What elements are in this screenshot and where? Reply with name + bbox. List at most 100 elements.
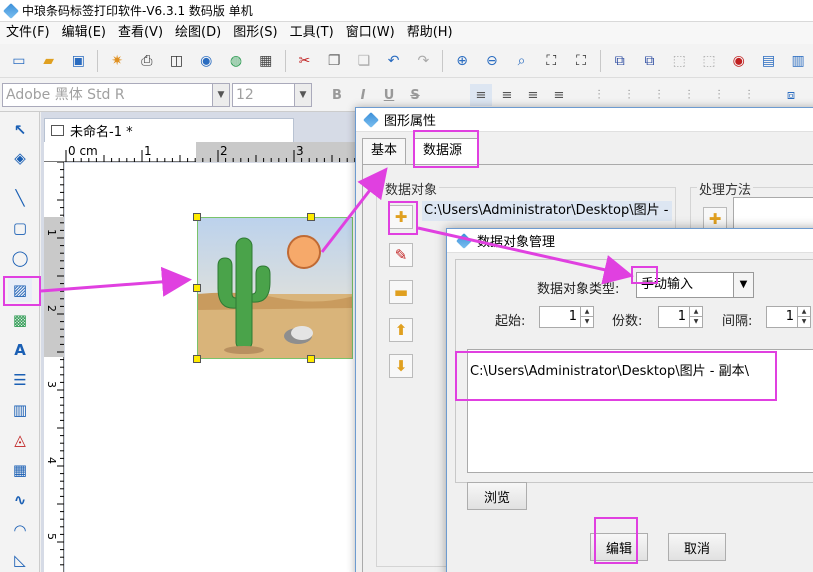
align-center-icon[interactable]: ≡ [496,84,518,106]
browse-button[interactable]: 浏览 [467,482,527,510]
ungroup-icon[interactable]: ⧉ [639,50,661,72]
line-tool-icon[interactable]: ╲ [8,186,32,210]
main-toolbar: ▭ ▰ ▣ ✷ ⎙ ◫ ◉ ◍ ▦ ✂ ❐ ❏ ↶ ↷ ⊕ ⊖ ⌕ ⛶ ⛶ ⧉ … [0,44,813,78]
group-icon[interactable]: ⧉ [609,50,631,72]
shape-tool-icon[interactable]: ◬ [8,428,32,452]
resize-handle[interactable] [193,213,201,221]
layout-icon[interactable]: ▥ [787,50,809,72]
resize-handle[interactable] [307,213,315,221]
menu-draw[interactable]: 绘图(D) [169,22,227,44]
menu-shape[interactable]: 图形(S) [227,22,283,44]
new-icon[interactable]: ▭ [8,50,30,72]
fit-page-icon[interactable]: ⛶ [540,50,562,72]
zoom-icon[interactable]: ⌕ [511,50,533,72]
ruler-top-label: 0 cm [68,144,98,158]
align-right-icon[interactable]: ≡ [522,84,544,106]
chevron-down-icon[interactable]: ▼ [797,317,810,327]
document-tab[interactable]: 未命名-1 * [44,118,294,142]
select-pointer-icon[interactable]: ↖ [8,118,32,142]
database-settings-icon[interactable]: ◍ [225,50,247,72]
menu-view[interactable]: 查看(V) [112,22,169,44]
print-icon[interactable]: ⎙ [136,50,158,72]
layout-icon[interactable]: ⧈ [780,84,802,106]
move-up-icon[interactable]: ⬆ [389,318,413,342]
redo-icon[interactable]: ↷ [413,50,435,72]
underline-icon[interactable]: U [378,84,400,106]
distribute-icon[interactable]: ⫶ [708,84,730,106]
edit-icon[interactable]: ✎ [389,243,413,267]
arc-tool-icon[interactable]: ◠ [8,518,32,542]
chevron-down-icon[interactable]: ▼ [294,84,311,106]
ruler-top: 0 cm 1 2 3 [44,142,394,162]
export-icon[interactable]: ▤ [758,50,780,72]
print-preview-icon[interactable]: ◫ [166,50,188,72]
font-name-value: Adobe 黑体 Std R [6,87,125,103]
data-object-item[interactable]: C:\Users\Administrator\Desktop\图片 - [422,201,672,221]
polygon-tool-icon[interactable]: ◺ [8,548,32,572]
remove-icon[interactable]: ▬ [389,280,413,304]
ruler-top-label: 2 [220,144,228,158]
distribute-icon[interactable]: ⫶ [648,84,670,106]
chevron-down-icon[interactable]: ▼ [212,84,229,106]
barcode-tool-icon[interactable]: ▥ [8,398,32,422]
lock-icon[interactable]: ⬚ [668,50,690,72]
menu-window[interactable]: 窗口(W) [340,22,401,44]
menu-tools[interactable]: 工具(T) [284,22,340,44]
distribute-icon[interactable]: ⫶ [618,84,640,106]
interval-stepper[interactable]: 1 ▲ ▼ [766,306,811,328]
distribute-icon[interactable]: ⫶ [738,84,760,106]
align-left-icon[interactable]: ≡ [470,84,492,106]
bold-icon[interactable]: B [326,84,348,106]
resize-handle[interactable] [193,355,201,363]
move-down-icon[interactable]: ⬇ [389,354,413,378]
font-name-combo[interactable]: Adobe 黑体 Std R ▼ [2,83,230,107]
italic-icon[interactable]: I [352,84,374,106]
menu-edit[interactable]: 编辑(E) [56,22,112,44]
image-tool-icon[interactable]: ▩ [8,308,32,332]
chevron-down-icon[interactable]: ▼ [733,273,753,297]
curve-tool-icon[interactable]: ∿ [8,488,32,512]
cactus-picture[interactable] [197,217,353,359]
unlock-icon[interactable]: ⬚ [698,50,720,72]
resize-handle[interactable] [307,355,315,363]
font-size-value: 12 [236,87,254,103]
font-size-combo[interactable]: 12 ▼ [232,83,312,107]
align-justify-icon[interactable]: ≡ [548,84,570,106]
distribute-icon[interactable]: ⫶ [588,84,610,106]
node-edit-icon[interactable]: ◈ [8,146,32,170]
process-method-label: 处理方法 [697,179,754,198]
qrcode-tool-icon[interactable]: ▦ [8,458,32,482]
chevron-down-icon[interactable]: ▼ [689,317,702,327]
database-icon[interactable]: ◉ [195,50,217,72]
save-icon[interactable]: ▣ [67,50,89,72]
zoom-in-icon[interactable]: ⊕ [451,50,473,72]
fit-width-icon[interactable]: ⛶ [570,50,592,72]
app-icon [3,2,19,19]
copies-stepper[interactable]: 1 ▲ ▼ [658,306,703,328]
rich-text-tool-icon[interactable]: ☰ [8,368,32,392]
ellipse-tool-icon[interactable]: ◯ [8,246,32,270]
settings-icon[interactable]: ✷ [106,50,128,72]
cancel-button[interactable]: 取消 [668,533,726,561]
text-tool-icon[interactable]: A [8,338,32,362]
document-tab-title: 未命名-1 * [70,125,133,140]
menu-help[interactable]: 帮助(H) [401,22,459,44]
menu-file[interactable]: 文件(F) [0,22,56,44]
undo-icon[interactable]: ↶ [383,50,405,72]
grid-icon[interactable]: ▦ [255,50,277,72]
start-stepper[interactable]: 1 ▲ ▼ [539,306,594,328]
open-icon[interactable]: ▰ [38,50,60,72]
rectangle-tool-icon[interactable]: ▢ [8,216,32,240]
cut-icon[interactable]: ✂ [294,50,316,72]
ruler-left-label: 4 [45,457,58,464]
distribute-icon[interactable]: ⫶ [678,84,700,106]
strikethrough-icon[interactable]: S [404,84,426,106]
data-type-label: 数据对象类型: [537,282,620,297]
tab-basic[interactable]: 基本 [362,138,406,164]
chevron-down-icon[interactable]: ▼ [580,317,593,327]
copy-icon[interactable]: ❐ [323,50,345,72]
resize-handle[interactable] [193,284,201,292]
zoom-out-icon[interactable]: ⊖ [481,50,503,72]
paste-icon[interactable]: ❏ [353,50,375,72]
preview-icon[interactable]: ◉ [728,50,750,72]
